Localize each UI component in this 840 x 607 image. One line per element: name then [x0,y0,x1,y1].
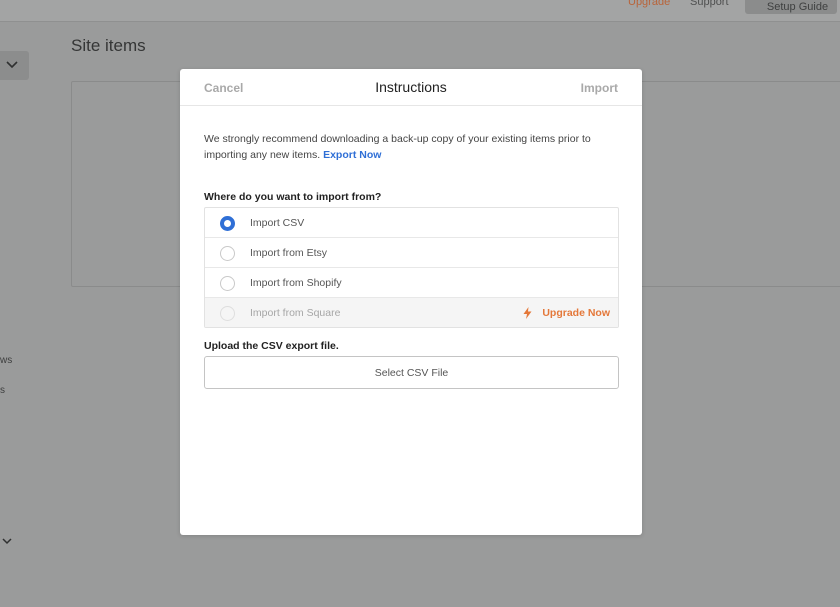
option-import-etsy[interactable]: Import from Etsy [205,238,618,268]
option-import-csv[interactable]: Import CSV [205,208,618,238]
select-csv-file-button[interactable]: Select CSV File [204,356,619,389]
import-source-options: Import CSV Import from Etsy Import from … [204,207,619,328]
radio-unselected[interactable] [220,276,235,291]
support-link[interactable]: Support [690,0,729,8]
backup-recommendation-text: We strongly recommend downloading a back… [204,133,591,161]
import-source-label: Where do you want to import from? [204,191,382,203]
upgrade-link[interactable]: Upgrade [628,0,670,8]
chevron-down-icon[interactable] [2,538,12,545]
top-bar: Upgrade Support Setup Guide [0,0,840,22]
page-title: Site items [71,36,146,55]
import-button[interactable]: Import [581,81,618,95]
option-label: Import CSV [250,217,305,229]
option-import-shopify[interactable]: Import from Shopify [205,268,618,298]
backup-recommendation: We strongly recommend downloading a back… [204,131,624,163]
option-import-square: Import from Square Upgrade Now [205,298,618,327]
chevron-down-icon [6,61,18,69]
lightning-bolt-icon [523,307,532,319]
option-label: Import from Shopify [250,277,342,289]
upload-label: Upload the CSV export file. [204,340,339,352]
option-label: Import from Etsy [250,247,328,259]
upgrade-now-label: Upgrade Now [542,307,610,319]
radio-unselected[interactable] [220,246,235,261]
sidebar-item-fragment[interactable]: s [0,385,5,396]
modal-title: Instructions [375,79,447,95]
setup-guide-button[interactable]: Setup Guide [745,0,837,14]
import-instructions-modal: Cancel Instructions Import We strongly r… [180,69,642,535]
sidebar-item-fragment[interactable]: ws [0,355,12,366]
upgrade-now-link[interactable]: Upgrade Now [523,307,610,319]
radio-disabled [220,306,235,321]
site-selector-dropdown[interactable] [0,51,29,80]
option-label: Import from Square [250,307,341,319]
export-now-link[interactable]: Export Now [323,149,381,161]
radio-selected[interactable] [220,216,235,231]
modal-header: Cancel Instructions Import [180,69,642,106]
